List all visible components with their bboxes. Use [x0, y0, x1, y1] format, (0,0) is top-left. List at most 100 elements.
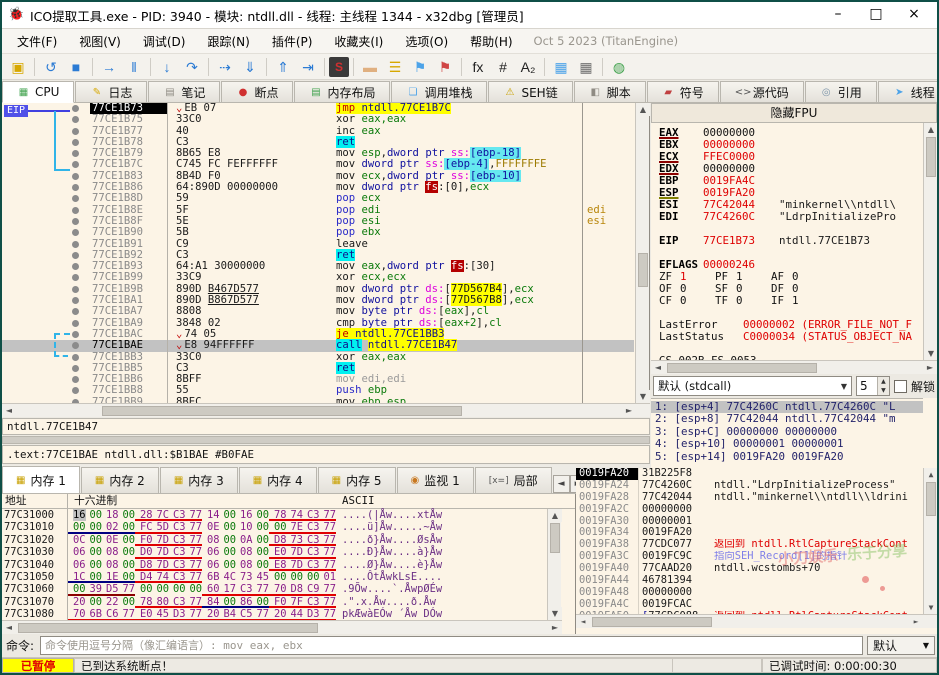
menu-item[interactable]: 选项(O) — [394, 31, 459, 52]
tab-监视 1[interactable]: ◉ 监视 1 — [396, 467, 474, 493]
breakpoint-dot[interactable] — [72, 387, 79, 395]
register-row[interactable]: EIP 77CE1B73 ntdll.77CE1B73 — [659, 235, 923, 247]
breakpoint-dot[interactable] — [72, 184, 79, 192]
run-to-selection-icon[interactable]: ⇢ — [213, 56, 237, 78]
dump-vscrollbar[interactable]: ▲ ▼ — [547, 509, 562, 620]
register-value[interactable]: 77C4260C — [703, 211, 779, 223]
breakpoint-dot[interactable] — [72, 263, 79, 271]
label-icon[interactable]: ⚑ — [408, 56, 432, 78]
tab-CPU[interactable]: ▦ CPU — [2, 81, 75, 103]
stack-argument-row[interactable]: 5: [esp+14] 0019FA20 0019FA20 — [651, 450, 923, 463]
stack-row[interactable]: 0019FA3C 0019FC9C 指向SEH_Record[1]的指针 — [576, 550, 937, 564]
breakpoint-dot[interactable] — [72, 195, 79, 203]
arg-count-stepper[interactable]: 5 ▲ ▼ — [855, 376, 890, 396]
dump-row[interactable]: 77C31050 1C 00 1E 00 D4 74 C3 77 6B 4C 73 45 00 00 00 01… — [2, 570, 575, 584]
dump-hscrollbar[interactable]: ◄ ► — [2, 620, 562, 634]
menu-item[interactable]: 文件(F) — [6, 31, 68, 52]
tab-调用堆栈[interactable]: ❏ 调用堆栈 — [391, 81, 488, 102]
breakpoint-dot[interactable] — [72, 240, 79, 248]
register-row[interactable]: EBP 0019FA4C — [659, 175, 923, 187]
stack-row[interactable]: 0019FA48 00000000 — [576, 586, 937, 599]
globe-icon[interactable]: ◍ — [607, 56, 631, 78]
patch-icon[interactable]: ▬ — [358, 56, 382, 78]
register-row[interactable]: EDX 00000000 — [659, 163, 923, 175]
flag-IF[interactable]: IF 1 — [771, 295, 827, 307]
breakpoint-dot[interactable] — [72, 172, 79, 180]
breakpoint-dot[interactable] — [72, 150, 79, 158]
disasm-row[interactable]: 77CE1B8D 59 pop ecx — [2, 193, 634, 205]
execute-till-return-icon[interactable]: ⇑ — [271, 56, 295, 78]
breakpoint-dot[interactable] — [72, 297, 79, 305]
dump-row[interactable]: 77C31020 0C 00 0E 00 F0 7D C3 77 08 00 0A 00 D8 73 C3 77… — [2, 533, 575, 547]
tab-引用[interactable]: ◎ 引用 — [804, 81, 877, 102]
breakpoint-dot[interactable] — [72, 116, 79, 124]
register-row[interactable]: EBX 00000000 — [659, 139, 923, 151]
dump-row[interactable]: 77C31060 00 39 D5 77 00 00 00 00 60 17 C3 77 70 D8 C9 77… — [2, 583, 575, 596]
unlock-checkbox[interactable] — [893, 379, 907, 393]
open-file-icon[interactable]: ▣ — [6, 56, 30, 78]
stack-row[interactable]: 0019FA4C 0019FCAC — [576, 598, 937, 611]
stack-argument-row[interactable]: 2: [esp+8] 77C42044 ntdll.77C42044 "m — [651, 412, 923, 425]
stack-hscrollbar[interactable]: ◄ ► — [576, 614, 937, 628]
tab-局部[interactable]: [x=] 局部 — [474, 467, 552, 493]
breakpoint-dot[interactable] — [72, 138, 79, 146]
breakpoint-dot[interactable] — [72, 308, 79, 316]
dump-row[interactable]: 77C31030 06 00 08 00 D0 7D C3 77 06 00 08 00 E0 7D C3 77… — [2, 546, 575, 559]
tab-SEH链[interactable]: ⚠ SEH链 — [488, 81, 573, 102]
tab-内存 4[interactable]: ▦ 内存 4 — [238, 467, 317, 493]
stack-row[interactable]: 0019FA34 0019FA20 — [576, 527, 937, 540]
profile-dropdown[interactable]: 默认 ▼ — [867, 636, 935, 655]
pause-icon[interactable]: ‖ — [122, 56, 146, 78]
stack-row[interactable]: 0019FA28 77C42044 ntdll."minkernel\\ntdll\… — [576, 491, 937, 504]
comment-icon[interactable]: ☰ — [383, 56, 407, 78]
menu-item[interactable]: 插件(P) — [261, 31, 324, 52]
flag-CF[interactable]: CF 0 — [659, 295, 715, 307]
tab-内存 3[interactable]: ▦ 内存 3 — [159, 467, 238, 493]
registers-hscrollbar[interactable]: ◄ ► — [651, 360, 937, 374]
menu-item[interactable]: 跟踪(N) — [196, 31, 260, 52]
breakpoint-dot[interactable] — [72, 342, 79, 350]
stack-row[interactable]: 0019FA44 46781394 — [576, 574, 937, 587]
tab-断点[interactable]: ● 断点 — [221, 81, 294, 102]
dump-row[interactable]: 77C31070 20 00 22 00 78 80 C3 77 84 00 86 00 F0 7F C3 77… — [2, 595, 575, 609]
maximize-button[interactable]: □ — [859, 4, 893, 26]
stack-row[interactable]: 0019FA24 77C4260C ntdll."LdrpInitializePro… — [576, 479, 937, 492]
breakpoint-dot[interactable] — [72, 353, 79, 361]
tab-脚本[interactable]: ◧ 脚本 — [573, 81, 646, 102]
step-into-icon[interactable]: ↓ — [155, 56, 179, 78]
stack-row[interactable]: 0019FA40 77CAAD20 ntdll.wcstombs+70 — [576, 562, 937, 576]
tab-线程[interactable]: ➤ 线程 — [877, 81, 937, 102]
command-input[interactable] — [40, 636, 863, 655]
stack-row[interactable]: 0019FA20 31B225F8 — [576, 468, 937, 480]
hash-icon[interactable]: # — [491, 56, 515, 78]
stack-row[interactable]: 0019FA2C 00000000 — [576, 503, 937, 516]
menu-item[interactable]: 调试(D) — [132, 31, 197, 52]
font-size-icon[interactable]: A₂ — [516, 56, 540, 78]
run-icon[interactable]: → — [97, 56, 121, 78]
breakpoint-dot[interactable] — [72, 364, 79, 372]
stack-row[interactable]: 0019FA30 00000001 — [576, 515, 937, 528]
calculator-icon[interactable]: ▦ — [574, 56, 598, 78]
dump-row[interactable]: 77C31040 06 00 08 00 D8 7D C3 77 06 00 08 00 E8 7D C3 77… — [2, 558, 575, 571]
tab-内存 1[interactable]: ▦ 内存 1 — [2, 466, 80, 493]
register-value[interactable]: 77CE1B73 — [703, 235, 779, 247]
restart-icon[interactable]: ↺ — [39, 56, 63, 78]
stack-argument-row[interactable]: 4: [esp+10] 00000001 00000001 — [651, 437, 923, 450]
breakpoint-dot[interactable] — [72, 274, 79, 282]
dump-row[interactable]: 77C31010 00 00 02 00 FC 5D C3 77 0E 00 10 00 00 7E C3 77… — [2, 521, 575, 534]
step-over-icon[interactable]: ↷ — [180, 56, 204, 78]
flag-TF[interactable]: TF 0 — [715, 295, 771, 307]
function-icon[interactable]: fx — [466, 56, 490, 78]
breakpoint-logo-icon[interactable]: S — [329, 56, 349, 77]
breakpoint-dot[interactable] — [72, 161, 79, 169]
breakpoint-dot[interactable] — [72, 319, 79, 327]
disasm-row[interactable]: 77CE1BAE ⌄ E8 94FFFFFF call ntdll.77CE1B47 — [2, 339, 634, 352]
stack-row[interactable]: 0019FA38 77CDC077 返回到 ntdll.RtlCaptureStac… — [576, 538, 937, 552]
disasm-vscrollbar[interactable]: ▲ ▼ — [635, 103, 650, 403]
disasm-row[interactable]: 77CE1B75 33C0 xor eax,eax — [2, 113, 634, 126]
breakpoint-dot[interactable] — [72, 105, 79, 112]
tab-笔记[interactable]: ▤ 笔记 — [148, 81, 221, 102]
tab-内存布局[interactable]: ▤ 内存布局 — [294, 81, 391, 102]
tab-内存 2[interactable]: ▦ 内存 2 — [80, 467, 159, 493]
close-button[interactable]: × — [897, 4, 931, 26]
